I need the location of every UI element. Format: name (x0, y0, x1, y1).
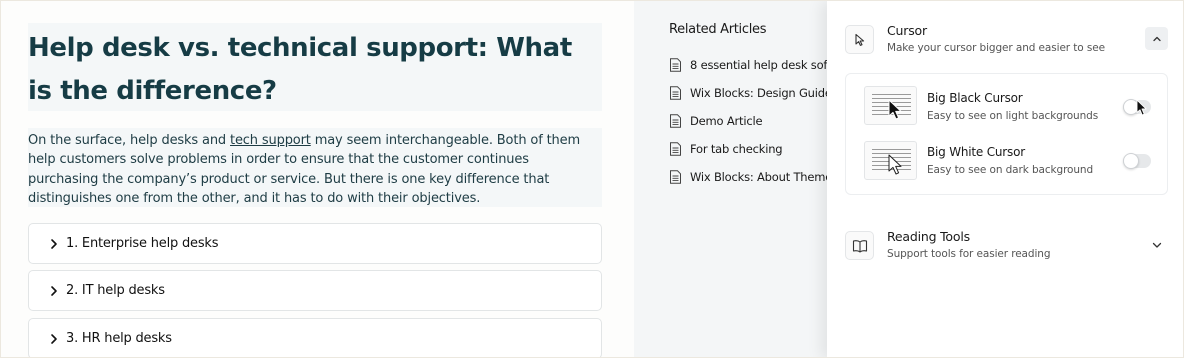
reading-tools-title: Reading Tools (887, 229, 970, 244)
accessibility-panel: Cursor Make your cursor bigger and easie… (827, 1, 1183, 357)
intro-highlight: On the surface, help desks and tech supp… (28, 128, 602, 207)
article-content: Help desk vs. technical support: What is… (1, 1, 634, 357)
accordion-it-help-desks[interactable]: 2. IT help desks (28, 270, 602, 311)
accordion-enterprise-help-desks[interactable]: 1. Enterprise help desks (28, 223, 602, 264)
related-article-label: Demo Article (690, 114, 763, 128)
related-article-link[interactable]: Demo Article (669, 111, 829, 131)
accordion-label: 3. HR help desks (66, 331, 172, 346)
chevron-right-icon (51, 238, 57, 249)
cursor-arrow-icon (845, 25, 874, 54)
cursor-section-subtitle: Make your cursor bigger and easier to se… (887, 42, 1105, 54)
cursor-collapse-button[interactable] (1145, 27, 1168, 50)
intro-text-start: On the surface, help desks and (28, 133, 231, 148)
related-article-link[interactable]: Wix Blocks: Design Guidelines (669, 83, 829, 103)
document-icon (670, 170, 681, 184)
article-intro: On the surface, help desks and tech supp… (28, 131, 602, 208)
related-articles-sidebar: Related Articles 8 essential help desk s… (634, 1, 829, 357)
white-cursor-icon (864, 141, 917, 180)
page: Help desk vs. technical support: What is… (0, 0, 1184, 358)
chevron-up-icon (1152, 36, 1161, 41)
document-icon (670, 86, 681, 100)
document-icon (670, 114, 681, 128)
chevron-down-icon[interactable] (1149, 237, 1165, 253)
book-icon (845, 231, 874, 260)
document-icon (670, 58, 681, 72)
black-cursor-icon (864, 86, 917, 125)
related-article-label: Wix Blocks: Design Guidelines (690, 86, 829, 100)
document-icon (670, 142, 681, 156)
chevron-right-icon (51, 333, 57, 344)
big-white-cursor-title: Big White Cursor (927, 145, 1025, 159)
article-title: Help desk vs. technical support: What is… (28, 33, 572, 106)
related-article-link[interactable]: 8 essential help desk software (669, 55, 829, 75)
related-article-label: 8 essential help desk software (690, 58, 829, 72)
title-highlight: Help desk vs. technical support: What is… (28, 23, 602, 111)
accordion-label: 1. Enterprise help desks (66, 236, 219, 251)
related-articles-title: Related Articles (669, 22, 767, 37)
accordion-hr-help-desks[interactable]: 3. HR help desks (28, 318, 602, 357)
tech-support-link[interactable]: tech support (230, 133, 311, 148)
big-white-cursor-subtitle: Easy to see on dark background (927, 164, 1094, 176)
cursor-section-title: Cursor (887, 23, 927, 38)
related-article-label: For tab checking (690, 142, 783, 156)
toggle-knob (1123, 153, 1139, 169)
related-article-link[interactable]: Wix Blocks: About Themes (669, 167, 829, 187)
big-black-cursor-subtitle: Easy to see on light backgrounds (927, 110, 1099, 122)
chevron-right-icon (51, 285, 57, 296)
related-article-link[interactable]: For tab checking (669, 139, 829, 159)
reading-tools-subtitle: Support tools for easier reading (887, 248, 1051, 260)
big-white-cursor-toggle[interactable] (1123, 153, 1151, 169)
mouse-pointer-icon (1136, 99, 1147, 116)
accordion-label: 2. IT help desks (66, 283, 165, 298)
cursor-options-card: Big Black Cursor Easy to see on light ba… (845, 73, 1168, 195)
big-black-cursor-title: Big Black Cursor (927, 91, 1023, 105)
related-article-label: Wix Blocks: About Themes (690, 170, 829, 184)
